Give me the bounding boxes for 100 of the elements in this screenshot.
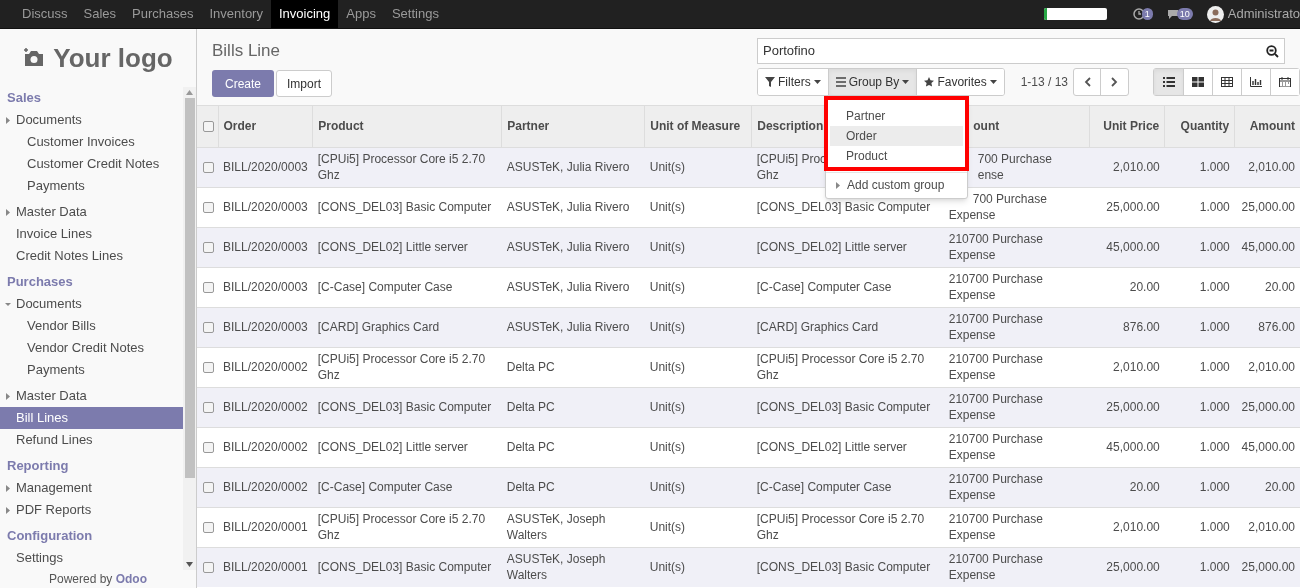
column-header[interactable]: Product xyxy=(318,118,497,135)
table-cell: 210700 Purchase Expense xyxy=(948,552,1043,583)
table-cell: 1.000 xyxy=(1199,400,1230,414)
page-title: Bills Line xyxy=(212,40,282,62)
row-checkbox[interactable] xyxy=(203,321,214,333)
scroll-up-icon[interactable] xyxy=(186,90,193,95)
top-menu-item[interactable]: Apps xyxy=(338,0,384,28)
table-cell: 45,000.00 xyxy=(1241,440,1295,454)
menu-item[interactable]: Master Data xyxy=(0,201,183,223)
chat-icon[interactable] xyxy=(1166,8,1179,20)
table-cell: ASUSTeK, Julia Rivero xyxy=(506,200,630,214)
menu-item[interactable]: Payments xyxy=(0,175,183,197)
table-cell: BILL/2020/0003 xyxy=(223,240,308,254)
table-cell: 20.00 xyxy=(1264,480,1295,494)
table-cell: 20.00 xyxy=(1129,280,1160,294)
row-checkbox[interactable] xyxy=(203,481,214,493)
table-cell: BILL/2020/0001 xyxy=(223,560,308,575)
table-cell: [CPUi5] Processor Core i5 2.70 Ghz xyxy=(756,352,925,382)
top-menu-item[interactable]: Inventory xyxy=(201,0,271,28)
top-menu-item[interactable]: Discuss xyxy=(14,0,76,28)
avatar-icon[interactable] xyxy=(1206,5,1224,23)
dropdown-item[interactable]: Order xyxy=(830,126,963,146)
column-header[interactable]: Unit Price xyxy=(1095,118,1160,135)
menu-item[interactable]: Invoice Lines xyxy=(0,223,183,245)
caret-down-icon xyxy=(5,300,11,308)
user-name[interactable]: Administrato xyxy=(1227,4,1300,24)
search-option-button[interactable]: Favorites xyxy=(916,69,1004,95)
menu-item[interactable]: Settings xyxy=(0,547,183,569)
row-checkbox[interactable] xyxy=(203,401,214,413)
search-icon[interactable] xyxy=(1266,44,1279,58)
menu-item[interactable]: PDF Reports xyxy=(0,499,183,521)
camera-icon xyxy=(23,48,46,68)
view-switch-button[interactable] xyxy=(1154,69,1183,95)
chevron-right-icon xyxy=(1111,77,1118,87)
top-menu-item[interactable]: Invoicing xyxy=(270,0,339,28)
row-checkbox[interactable] xyxy=(203,161,214,173)
top-menu-item[interactable]: Sales xyxy=(75,0,125,28)
table-cell: Unit(s) xyxy=(649,400,686,414)
table-cell: 25,000.00 xyxy=(1106,400,1160,414)
row-checkbox[interactable] xyxy=(203,561,214,573)
column-header[interactable]: Amount xyxy=(1240,118,1295,135)
column-header[interactable]: Unit of Measure xyxy=(650,118,747,135)
menu-item[interactable]: Vendor Credit Notes xyxy=(0,337,183,359)
table-cell: Unit(s) xyxy=(649,160,686,174)
search-option-button[interactable]: Group By xyxy=(827,69,917,95)
table-cell: [CONS_DEL03] Basic Computer xyxy=(756,400,931,414)
scrollbar[interactable] xyxy=(183,87,196,570)
menu-item[interactable]: Customer Credit Notes xyxy=(0,153,183,175)
create-button[interactable]: Create xyxy=(212,70,275,97)
table-cell: [CARD] Graphics Card xyxy=(756,320,879,334)
list-icon xyxy=(835,77,846,87)
table-icon xyxy=(1221,77,1233,87)
clock-icon[interactable] xyxy=(1132,8,1145,20)
table-cell: Unit(s) xyxy=(649,560,686,575)
menu-item[interactable]: Documents xyxy=(0,293,183,315)
table-cell: [CONS_DEL03] Basic Computer xyxy=(756,200,931,214)
table-cell: Unit(s) xyxy=(649,200,686,214)
table-cell: Delta PC xyxy=(506,400,555,414)
import-button[interactable]: Import xyxy=(276,70,333,97)
table-cell: 210700 Purchase Expense xyxy=(948,272,1043,302)
row-checkbox[interactable] xyxy=(203,241,214,253)
caret-right-icon xyxy=(5,392,11,400)
column-header[interactable]: Partner xyxy=(507,118,640,135)
row-checkbox[interactable] xyxy=(203,441,214,453)
table-cell: Unit(s) xyxy=(649,240,686,254)
filter-icon xyxy=(765,77,775,87)
menu-section-title: Configuration xyxy=(6,527,94,546)
menu-item[interactable]: Credit Notes Lines xyxy=(0,245,183,267)
column-header[interactable]: Order xyxy=(223,118,308,135)
menu-item[interactable]: Bill Lines xyxy=(0,407,183,429)
table-cell: 876.00 xyxy=(1258,320,1295,334)
kanban-icon xyxy=(1192,77,1204,87)
column-header[interactable]: Quantity xyxy=(1170,118,1230,135)
table-cell: Unit(s) xyxy=(649,320,686,334)
top-menu-item[interactable]: Settings xyxy=(383,0,447,28)
view-switch-button[interactable] xyxy=(1270,69,1299,95)
caret-down-icon xyxy=(989,80,997,84)
scroll-down-icon[interactable] xyxy=(186,562,193,567)
table-cell: 20.00 xyxy=(1264,280,1295,294)
table-cell: Unit(s) xyxy=(649,440,686,454)
menu-item[interactable]: Documents xyxy=(0,109,183,131)
menu-item[interactable]: Management xyxy=(0,477,183,499)
add-custom-group-link[interactable]: Add custom group xyxy=(826,176,967,194)
menu-item[interactable]: Payments xyxy=(0,359,183,381)
menu-item[interactable]: Customer Invoices xyxy=(0,131,183,153)
row-checkbox[interactable] xyxy=(203,120,214,132)
search-field[interactable]: Portofino xyxy=(757,38,1285,64)
table-cell: BILL/2020/0003 xyxy=(223,160,308,174)
row-checkbox[interactable] xyxy=(203,281,214,293)
row-checkbox[interactable] xyxy=(203,201,214,213)
table-cell: 1.000 xyxy=(1199,200,1230,214)
menu-item[interactable]: Refund Lines xyxy=(0,429,183,451)
row-checkbox[interactable] xyxy=(203,361,214,373)
menu-item[interactable]: Master Data xyxy=(0,385,183,407)
top-menu-item[interactable]: Purchases xyxy=(124,0,202,28)
table-cell: 210700 Purchase Expense xyxy=(948,472,1043,502)
menu-item[interactable]: Vendor Bills xyxy=(0,315,183,337)
table-cell: 210700 Purchase Expense xyxy=(948,312,1043,342)
row-checkbox[interactable] xyxy=(203,521,214,533)
table-cell: 210700 Purchase Expense xyxy=(948,352,1043,382)
